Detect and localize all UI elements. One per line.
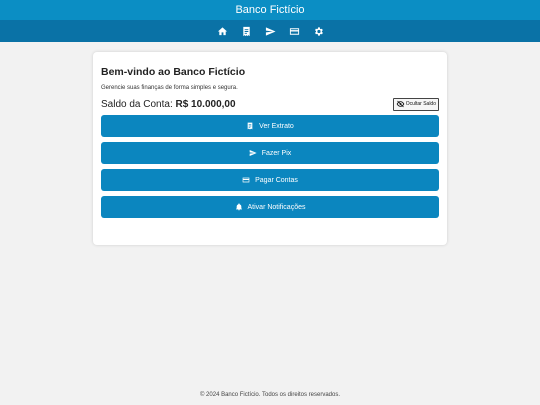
hide-balance-label: Ocultar Saldo bbox=[405, 101, 436, 107]
enable-notifications-label: Ativar Notificações bbox=[247, 203, 306, 211]
account-card: Bem-vindo ao Banco Fictício Gerencie sua… bbox=[93, 52, 447, 245]
eye-off-icon bbox=[396, 100, 405, 108]
nav-bar bbox=[0, 20, 540, 42]
bell-icon bbox=[235, 203, 242, 211]
credit-card-icon bbox=[289, 27, 299, 35]
send-icon bbox=[249, 150, 257, 156]
pay-bills-label: Pagar Contas bbox=[255, 176, 298, 184]
app-title: Banco Fictício bbox=[235, 4, 305, 16]
credit-card-icon bbox=[242, 177, 250, 183]
footer-text: © 2024 Banco Fictício. Todos os direitos… bbox=[199, 392, 341, 398]
welcome-heading: Bem-vindo ao Banco Fictício bbox=[101, 66, 246, 78]
hide-balance-button[interactable]: Ocultar Saldo bbox=[392, 97, 439, 111]
balance-value: R$ 10.000,00 bbox=[175, 98, 236, 110]
send-icon bbox=[265, 26, 276, 36]
nav-home-button[interactable] bbox=[215, 24, 229, 38]
gear-icon bbox=[314, 26, 323, 36]
receipt-icon bbox=[242, 26, 250, 36]
app-header: Banco Fictício bbox=[0, 0, 540, 20]
make-pix-label: Fazer Pix bbox=[261, 149, 292, 157]
nav-settings-button[interactable] bbox=[311, 24, 325, 38]
nav-pix-button[interactable] bbox=[263, 24, 277, 38]
enable-notifications-button[interactable]: Ativar Notificações bbox=[101, 196, 439, 218]
make-pix-button[interactable]: Fazer Pix bbox=[101, 142, 439, 164]
balance-display: Saldo da Conta: R$ 10.000,00 bbox=[101, 99, 236, 110]
balance-label: Saldo da Conta: bbox=[101, 98, 173, 110]
footer: © 2024 Banco Fictício. Todos os direitos… bbox=[0, 392, 540, 398]
pay-bills-button[interactable]: Pagar Contas bbox=[101, 169, 439, 191]
actions-list: Ver Extrato Fazer Pix Pagar Contas Ativa… bbox=[101, 115, 439, 218]
view-statement-label: Ver Extrato bbox=[259, 122, 294, 130]
receipt-icon bbox=[247, 122, 253, 130]
nav-statement-button[interactable] bbox=[239, 24, 253, 38]
welcome-subtitle: Gerencie suas finanças de forma simples … bbox=[101, 85, 238, 91]
view-statement-button[interactable]: Ver Extrato bbox=[101, 115, 439, 137]
nav-bills-button[interactable] bbox=[287, 24, 301, 38]
home-icon bbox=[217, 26, 227, 35]
balance-row: Saldo da Conta: R$ 10.000,00 Ocultar Sal… bbox=[101, 97, 439, 111]
